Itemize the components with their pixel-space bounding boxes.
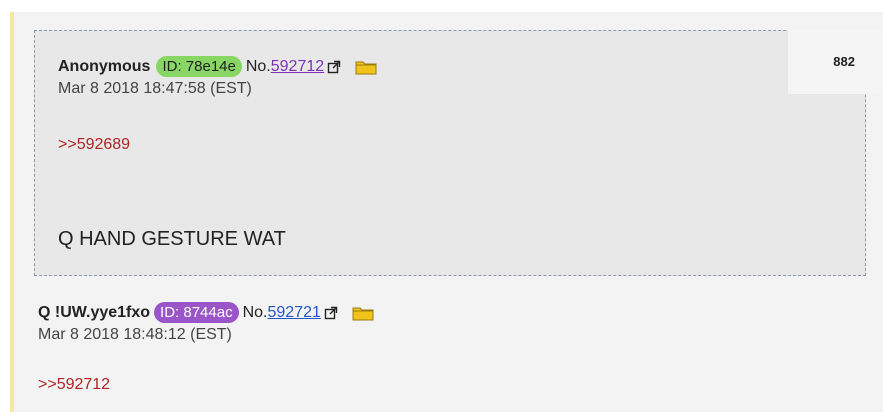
post-header: Q !UW.yye1fxo ID: 8744ac No. 592721 [38,302,374,323]
post-body: Q HAND GESTURE WAT [58,228,286,250]
reply-count-box: 882 [788,30,883,94]
reply-count: 882 [833,54,855,69]
post-number-link[interactable]: 592712 [271,58,324,76]
post-no-label: No. [245,57,271,75]
poster-id-badge[interactable]: ID: 8744ac [154,302,239,323]
post-date: Mar 8 2018 18:48:12 (EST) [38,326,232,343]
external-link-icon[interactable] [327,60,341,74]
page: 882 Anonymous ID: 78e14e No. 592712 Mar … [0,0,883,412]
folder-icon[interactable] [355,59,377,75]
poster-id-badge[interactable]: ID: 78e14e [156,56,242,77]
folder-icon[interactable] [352,305,374,321]
post-header: Anonymous ID: 78e14e No. 592712 [58,56,377,77]
quote-link[interactable]: >>592689 [58,136,130,154]
post-date: Mar 8 2018 18:47:58 (EST) [58,80,252,97]
post-author: Q !UW.yye1fxo [38,303,151,321]
external-link-icon[interactable] [324,306,338,320]
quote-link[interactable]: >>592712 [38,376,110,394]
post-number-link[interactable]: 592721 [267,304,320,322]
post-author: Anonymous [58,57,151,75]
post-no-label: No. [242,303,268,321]
